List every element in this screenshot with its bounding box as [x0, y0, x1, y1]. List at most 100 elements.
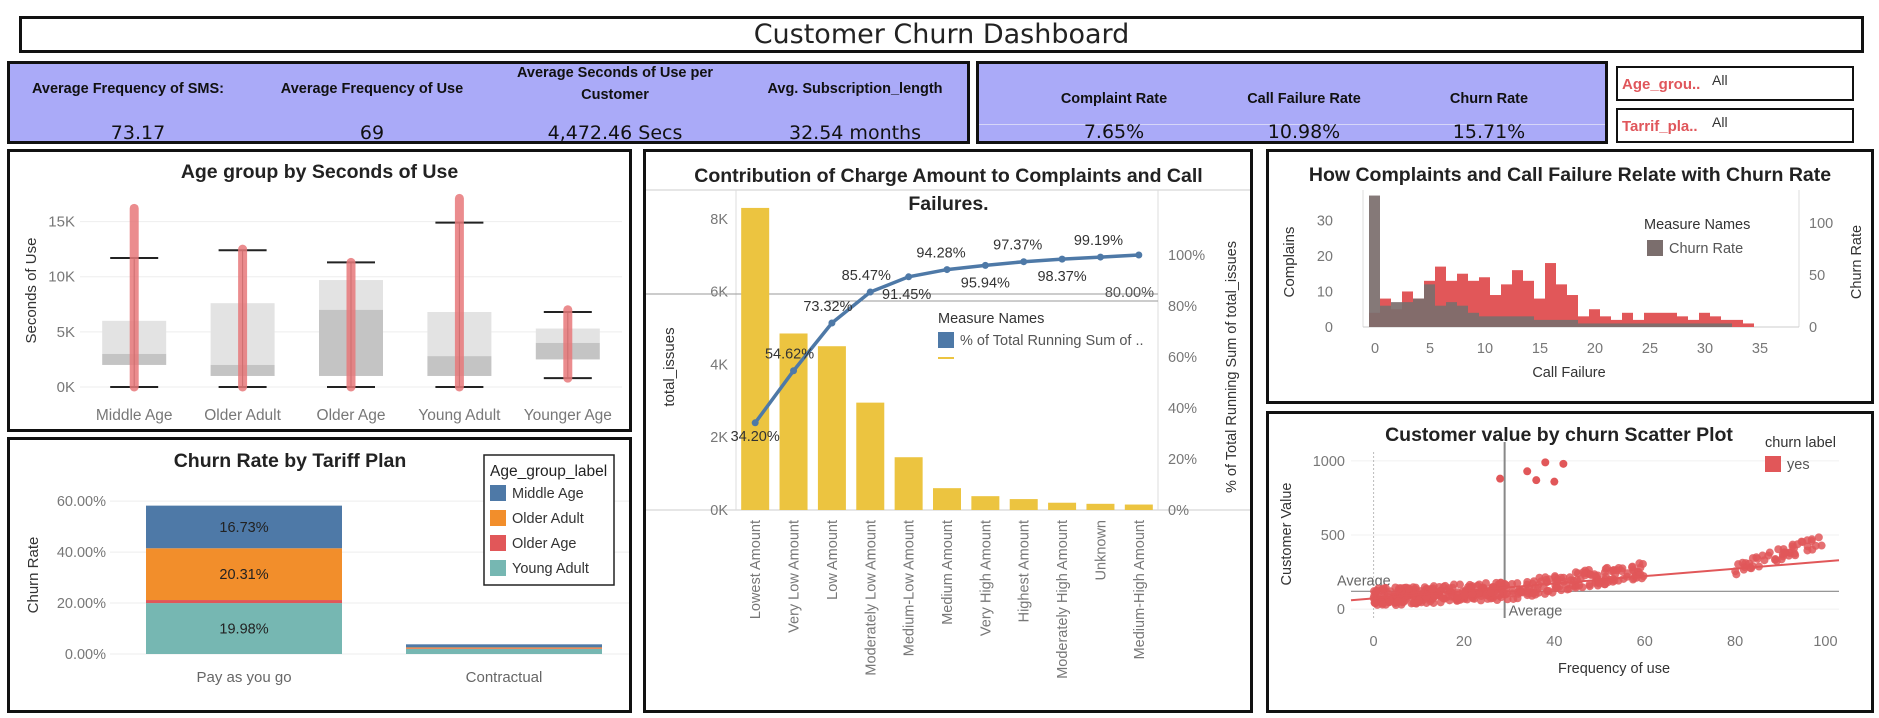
- filter-age-group-value[interactable]: All: [1712, 72, 1728, 88]
- scatter-point: [1541, 458, 1550, 467]
- x-tick-label: Older Adult: [204, 407, 281, 424]
- line-data-label: 85.47%: [842, 268, 891, 284]
- x-tick-label: Moderately Low Amount: [863, 520, 879, 676]
- kpi-use-value: 69: [359, 122, 385, 144]
- line-data-label: 99.19%: [1074, 233, 1123, 249]
- x-tick-label: Unknown: [1093, 520, 1109, 580]
- churn-bar: [1468, 312, 1479, 327]
- churn-bar: [1556, 319, 1567, 327]
- churn-bar: [1435, 305, 1446, 327]
- kpi-seconds-value: 4,472.46 Secs: [547, 122, 683, 144]
- x-tick-label: Pay as you go: [196, 669, 291, 686]
- x-tick-label: Contractual: [466, 669, 543, 686]
- y2-tick-label: 80%: [1168, 299, 1197, 315]
- x-tick-label: 100: [1813, 634, 1837, 650]
- scatter-point: [1453, 593, 1462, 602]
- legend-label: Middle Age: [512, 486, 584, 502]
- line-point: [1135, 251, 1143, 259]
- line-point: [828, 319, 836, 327]
- scatter-point: [1496, 578, 1505, 587]
- x-axis-title: Call Failure: [1532, 365, 1605, 381]
- legend-swatch: [490, 535, 506, 551]
- y-tick-label: 20.00%: [57, 596, 106, 612]
- y-tick-label: 4K: [710, 357, 728, 373]
- filter-tariff-plan[interactable]: Tarrif_pla.. All: [1616, 108, 1854, 143]
- scatter-point: [1573, 569, 1582, 578]
- kpi-complaint: Complaint Rate: [1060, 91, 1168, 107]
- complaint-bar: [1732, 319, 1743, 327]
- filter-tariff-plan-value[interactable]: All: [1712, 114, 1728, 130]
- kpi-sms: Average Frequency of SMS:: [28, 78, 228, 100]
- scatter-point: [1814, 533, 1823, 542]
- y2-tick-label: 0%: [1168, 503, 1189, 519]
- churn-bar: [1644, 323, 1655, 327]
- scatter-point: [1503, 589, 1512, 598]
- churn-bar: [1424, 284, 1435, 327]
- churn-bar: [1688, 323, 1699, 327]
- kpi-seconds-label: Average Seconds of Use per Customer: [516, 65, 714, 103]
- y2-tick-label: 0: [1809, 320, 1817, 336]
- x-tick-label: 25: [1642, 341, 1658, 357]
- legend-swatch-bar: [938, 357, 954, 359]
- x-tick-label: Medium-High Amount: [1132, 520, 1148, 659]
- x-tick-label: Very Low Amount: [787, 520, 803, 633]
- x-axis-title: Frequency of use: [1558, 661, 1670, 677]
- y2-tick-label: 50: [1809, 268, 1825, 284]
- scatter-point: [1460, 591, 1469, 600]
- x-tick-label: 30: [1697, 341, 1713, 357]
- churn-bar: [1479, 316, 1490, 327]
- churn-bar: [1501, 316, 1512, 327]
- bar: [894, 457, 923, 510]
- legend-label: % of Total Running Sum of ..: [960, 333, 1144, 349]
- x-tick-label: Medium Amount: [940, 520, 956, 625]
- y-axis-title: Complains: [1281, 227, 1298, 298]
- x-tick-label: Moderately High Amount: [1055, 520, 1071, 679]
- y-axis-title: Seconds of Use: [23, 238, 40, 344]
- y-tick-label: 30: [1317, 213, 1333, 229]
- y-tick-label: 0K: [57, 379, 75, 396]
- y-tick-label: 8K: [710, 212, 728, 228]
- filter-age-group-label: Age_grou..: [1622, 76, 1701, 93]
- chart-age-box: 0K 5K 10K 15K Seconds of Use Middle Age Older …: [23, 193, 622, 424]
- y2-tick-label: 60%: [1168, 350, 1197, 366]
- legend-label: yes: [1787, 457, 1810, 473]
- line-data-label: 95.94%: [961, 275, 1010, 291]
- x-tick-label: Medium-Low Amount: [902, 520, 918, 656]
- churn-bar: [1545, 319, 1556, 327]
- bar: [1048, 502, 1077, 510]
- panel-tariff: Churn Rate by Tariff Plan 0.00% 20.00% 40.…: [7, 437, 632, 713]
- legend-swatch: [490, 560, 506, 576]
- x-tick-label: 35: [1752, 341, 1768, 357]
- scatter-point: [1378, 600, 1387, 609]
- chart-scatter: 0 500 1000 0 20 40 60 80 100 Customer Value Freque…: [1279, 435, 1840, 677]
- bar-segment: [406, 647, 602, 649]
- scatter-point: [1535, 573, 1544, 582]
- kpi-use: Average Frequency of Use: [272, 78, 472, 100]
- average-x-label: Average: [1509, 603, 1563, 619]
- bar: [817, 346, 846, 510]
- churn-bar: [1699, 323, 1710, 327]
- line-point: [981, 261, 989, 269]
- y-tick-label: 6K: [710, 285, 728, 301]
- scatter-point: [1623, 569, 1632, 578]
- y2-axis-title: Churn Rate: [1849, 225, 1865, 299]
- churn-bar: [1666, 323, 1677, 327]
- scatter-point: [1438, 594, 1447, 603]
- reference-label: 80.00%: [1105, 285, 1154, 301]
- kpi-churn: Churn Rate: [1449, 91, 1529, 107]
- scatter-point: [1550, 477, 1559, 486]
- scatter-point: [1493, 596, 1502, 605]
- y-tick-label: 10: [1317, 284, 1333, 300]
- scatter-point: [1789, 544, 1798, 553]
- panel-scatter: Customer value by churn Scatter Plot 0 50…: [1266, 411, 1874, 713]
- panel-age-box: Age group by Seconds of Use 0K 5K 10K 15K Se…: [7, 149, 632, 432]
- kpi-callfail: Call Failure Rate: [1247, 91, 1361, 107]
- legend-swatch: [490, 510, 506, 526]
- y-tick-label: 1000: [1313, 454, 1345, 470]
- y-tick-label: 15K: [48, 214, 75, 231]
- filter-tariff-plan-label: Tarrif_pla..: [1622, 118, 1698, 135]
- data-label: 16.73%: [219, 520, 268, 536]
- y-tick-label: 0.00%: [65, 647, 106, 663]
- dashboard-title: Customer Churn Dashboard: [19, 16, 1864, 53]
- filter-age-group[interactable]: Age_grou.. All: [1616, 66, 1854, 101]
